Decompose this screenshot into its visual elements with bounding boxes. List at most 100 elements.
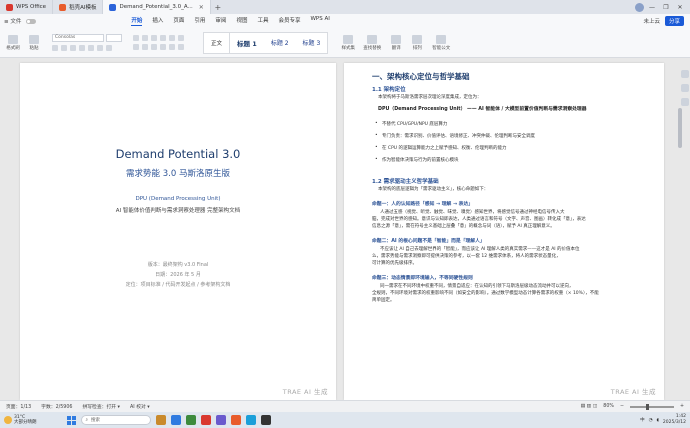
paragraph: 本架构将于马斯洛需求层次理论深度集成，定位为：: [378, 95, 482, 100]
indent-decrease-icon[interactable]: [151, 35, 157, 41]
sidebar-format-icon[interactable]: [681, 84, 689, 92]
translate-button[interactable]: 翻译: [387, 34, 405, 51]
menu-item[interactable]: 插入: [152, 16, 163, 26]
superscript-icon[interactable]: [106, 45, 112, 51]
menu-item[interactable]: 页面: [173, 16, 184, 26]
wifi-icon[interactable]: ◔: [649, 418, 653, 423]
zoom-slider[interactable]: [629, 403, 674, 410]
zoom-in-icon[interactable]: +: [680, 404, 684, 409]
style-heading-1[interactable]: 标题 1: [230, 32, 264, 54]
app-wps-icon[interactable]: [200, 415, 211, 425]
paragraph-line: 可计算的优先级排序。: [372, 261, 417, 266]
new-tab-button[interactable]: +: [211, 3, 225, 12]
zoom-level[interactable]: 80%: [603, 404, 614, 409]
menu-bar: ≡ 文件 开始 插入 页面 引用 审阅 视图 工具 会员专享 WPS AI 未上云 分享: [0, 14, 690, 28]
bullet-list-icon[interactable]: [133, 35, 139, 41]
tab-wps-office[interactable]: WPS Office: [0, 0, 54, 14]
style-heading-2[interactable]: 标题 2: [264, 32, 296, 54]
weather-widget[interactable]: 31°C 大部分晴朗: [4, 415, 37, 425]
find-replace-button[interactable]: 查找替换: [360, 34, 384, 51]
spell-check[interactable]: 拼写检查：打开 ▾: [82, 403, 120, 410]
scroll-thumb[interactable]: [678, 108, 682, 148]
page-indicator[interactable]: 页面：1/13: [6, 403, 31, 410]
menu-item[interactable]: 会员专享: [278, 16, 300, 26]
vertical-scrollbar[interactable]: [676, 63, 684, 393]
arrange-button[interactable]: 排列: [408, 34, 426, 51]
sidebar-ai-icon[interactable]: [681, 70, 689, 78]
tab-docer-ai[interactable]: 稻壳AI模板: [53, 0, 104, 14]
clipboard-icon: [29, 34, 39, 44]
bullet-item: 在 CPU 的逻辑运算能力之上赋予感知、权衡、伦理判断的能力: [372, 145, 640, 151]
app-trae-icon[interactable]: [215, 415, 226, 425]
strikethrough-icon[interactable]: [79, 45, 85, 51]
show-marks-icon[interactable]: [178, 35, 184, 41]
font-size-select[interactable]: [106, 34, 122, 42]
paragraph-line: 人通过五感（视觉、听觉、触觉、味觉、嗅觉）感知世界，将感觉信号通过神经电信号传入…: [380, 210, 565, 215]
tray-lang[interactable]: 中: [640, 417, 645, 423]
clock[interactable]: 1:42 2025/3/12: [663, 414, 686, 426]
app-explorer-icon[interactable]: [155, 415, 166, 425]
style-heading-3[interactable]: 标题 3: [296, 32, 328, 54]
italic-icon[interactable]: [61, 45, 67, 51]
file-menu[interactable]: ≡ 文件: [4, 17, 21, 25]
menu-item[interactable]: 视图: [236, 16, 247, 26]
style-normal[interactable]: 正文: [204, 31, 231, 54]
zoom-knob[interactable]: [646, 403, 650, 410]
app-docer-icon[interactable]: [230, 415, 241, 425]
close-tab-icon[interactable]: ✕: [199, 4, 204, 11]
view-icons[interactable]: ▤ ▥ ◫: [581, 404, 598, 409]
highlight-icon[interactable]: [97, 45, 103, 51]
app-chat-icon[interactable]: [245, 415, 256, 425]
thesis-label: 命题三：动态情景即环境输入，不等同硬性规则: [372, 276, 473, 281]
page-content[interactable]: 一、架构核心定位与哲学基础 1.1 架构定位 本架构将于马斯洛需求层次理论深度集…: [344, 63, 664, 400]
restore-button[interactable]: ❐: [660, 4, 672, 11]
paste-button[interactable]: 粘贴: [25, 34, 43, 51]
volume-icon[interactable]: ◖: [657, 418, 659, 423]
font-name-select[interactable]: Consolas: [52, 34, 104, 42]
style-set-button[interactable]: 样式集: [339, 34, 357, 51]
cover-description: AI 智能体价值判断与需求洞察处理器 完整架构文档: [115, 208, 241, 214]
indent-increase-icon[interactable]: [160, 35, 166, 41]
bold-icon[interactable]: [52, 45, 58, 51]
button-label: 翻译: [391, 45, 401, 51]
share-button[interactable]: 分享: [664, 16, 684, 26]
taskbar-search[interactable]: ⌕ 搜索: [80, 415, 151, 425]
menu-item[interactable]: 工具: [257, 16, 268, 26]
tab-document[interactable]: Demand_Potential_3.0_A... ✕: [103, 0, 211, 14]
shading-icon[interactable]: [178, 44, 184, 50]
close-window-button[interactable]: ✕: [674, 4, 686, 11]
user-avatar[interactable]: [635, 2, 644, 12]
minimize-button[interactable]: —: [646, 4, 658, 11]
autosave-toggle[interactable]: [26, 18, 37, 24]
wps-logo-icon: [6, 3, 13, 11]
menu-item[interactable]: 审阅: [215, 16, 226, 26]
menu-item[interactable]: WPS AI: [310, 16, 329, 26]
app-store-icon[interactable]: [185, 415, 196, 425]
align-right-icon[interactable]: [151, 44, 157, 50]
zoom-out-icon[interactable]: −: [620, 404, 624, 409]
app-terminal-icon[interactable]: [260, 415, 271, 425]
cloud-status[interactable]: 未上云: [643, 17, 660, 25]
cover-title: Demand Potential 3.0: [115, 147, 241, 161]
ai-proofread[interactable]: AI 校对 ▾: [130, 403, 150, 410]
sidebar-comment-icon[interactable]: [681, 98, 689, 106]
title-tab-bar: WPS Office 稻壳AI模板 Demand_Potential_3.0_A…: [0, 0, 690, 14]
format-painter-button[interactable]: 格式刷: [4, 34, 22, 51]
numbered-list-icon[interactable]: [142, 35, 148, 41]
align-left-icon[interactable]: [133, 44, 139, 50]
font-color-icon[interactable]: [88, 45, 94, 51]
smart-doc-button[interactable]: 智能公文: [429, 34, 453, 51]
justify-icon[interactable]: [160, 44, 166, 50]
sort-icon[interactable]: [169, 35, 175, 41]
underline-icon[interactable]: [70, 45, 76, 51]
app-edge-icon[interactable]: [170, 415, 181, 425]
start-icon[interactable]: [66, 415, 76, 425]
button-label: 样式集: [341, 45, 356, 51]
page-cover[interactable]: Demand Potential 3.0 需求势能 3.0 马斯洛原生版 DPU…: [20, 63, 336, 400]
document-area[interactable]: Demand Potential 3.0 需求势能 3.0 马斯洛原生版 DPU…: [0, 58, 690, 400]
menu-item[interactable]: 开始: [131, 16, 143, 26]
word-count[interactable]: 字数：2/5906: [41, 403, 72, 410]
line-spacing-icon[interactable]: [169, 44, 175, 50]
menu-item[interactable]: 引用: [194, 16, 205, 26]
align-center-icon[interactable]: [142, 44, 148, 50]
